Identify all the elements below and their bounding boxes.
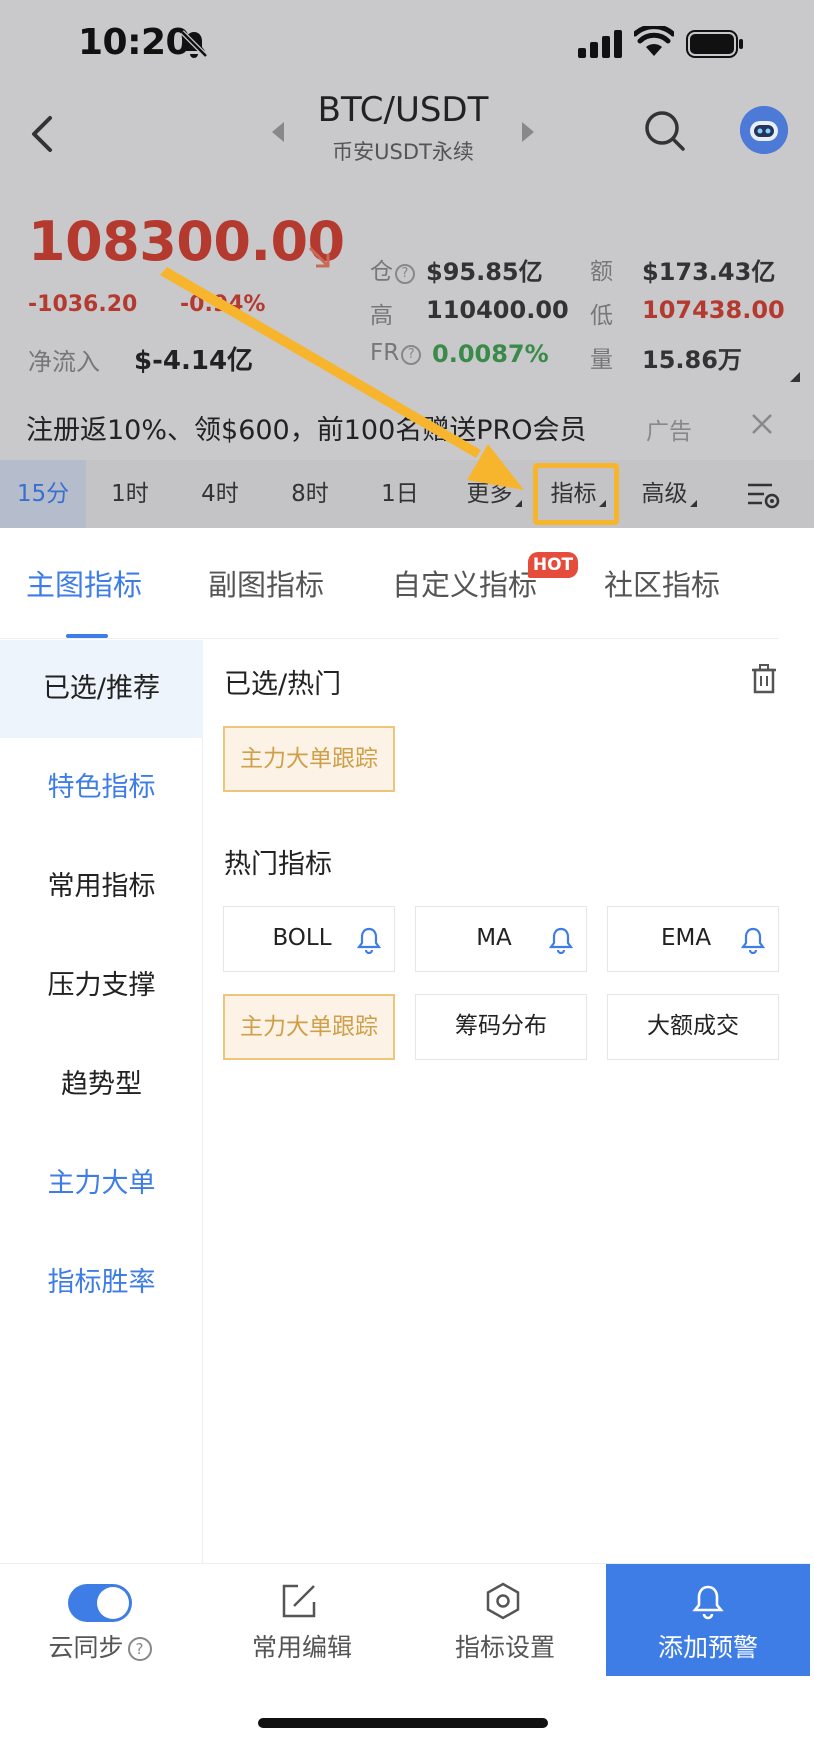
edit-icon <box>282 1584 316 1618</box>
add-alert-button[interactable]: 添加预警 <box>606 1564 810 1676</box>
back-chevron-icon[interactable] <box>28 110 58 158</box>
price-change-pct: -0.94% <box>180 292 266 317</box>
position-label: 仓? <box>370 252 415 286</box>
battery-icon <box>686 30 743 58</box>
cloud-sync-label: 云同步? <box>0 1628 200 1664</box>
tab-sub-indicators[interactable]: 副图指标 <box>208 562 324 604</box>
bell-icon[interactable] <box>548 926 574 954</box>
next-pair-icon[interactable] <box>520 120 536 144</box>
amount-label: 额 <box>590 259 613 285</box>
hot-section-title: 热门指标 <box>224 849 332 880</box>
cloud-sync-toggle[interactable] <box>68 1584 132 1622</box>
side-item-common[interactable]: 常用指标 <box>0 838 203 936</box>
tab-community-indicators[interactable]: 社区指标 <box>604 562 720 604</box>
ad-text: 注册返10%、领$600，前100名赠送PRO会员 <box>26 415 587 446</box>
tf-8h[interactable]: 8时 <box>272 460 348 528</box>
expand-corner-icon[interactable] <box>790 372 800 382</box>
help-icon[interactable]: ? <box>401 345 422 365</box>
dropdown-corner-icon <box>514 500 522 507</box>
high-label: 高 <box>370 303 393 329</box>
chip-chip-distribution[interactable]: 筹码分布 <box>415 994 587 1060</box>
help-icon[interactable]: ? <box>395 264 415 284</box>
position-value: $95.85亿 <box>426 258 543 286</box>
net-inflow-value: $-4.14亿 <box>134 346 254 376</box>
wifi-icon <box>634 26 674 56</box>
side-item-selected-recommended[interactable]: 已选/推荐 <box>0 640 203 738</box>
avatar-robot-icon[interactable] <box>740 106 788 154</box>
tf-1d[interactable]: 1日 <box>362 460 438 528</box>
bell-icon[interactable] <box>356 926 382 954</box>
chart-settings-icon[interactable] <box>746 480 780 510</box>
nav-bar: BTC/USDT 币安USDT永续 <box>0 90 814 210</box>
side-item-featured[interactable]: 特色指标 <box>0 739 203 837</box>
common-edit-button[interactable]: 常用编辑 <box>200 1564 404 1676</box>
fr-value: 0.0087% <box>432 340 549 368</box>
bell-icon <box>692 1585 724 1620</box>
volume-value: 15.86万 <box>642 346 742 374</box>
tf-4h[interactable]: 4时 <box>182 460 258 528</box>
pair-title[interactable]: BTC/USDT <box>300 90 506 130</box>
mute-bell-icon <box>180 30 208 58</box>
low-value: 107438.00 <box>642 296 785 324</box>
selected-chip-main-order-tracking[interactable]: 主力大单跟踪 <box>223 726 395 792</box>
high-value: 110400.00 <box>426 296 569 324</box>
home-indicator <box>258 1718 548 1728</box>
tf-more[interactable]: 更多 <box>452 460 536 528</box>
amount-value: $173.43亿 <box>642 258 776 286</box>
side-item-main-orders[interactable]: 主力大单 <box>0 1135 203 1233</box>
divider <box>0 638 778 639</box>
chip-main-order-tracking[interactable]: 主力大单跟踪 <box>223 994 395 1060</box>
side-item-trend[interactable]: 趋势型 <box>0 1036 203 1134</box>
ad-tag: 广告 <box>646 419 692 445</box>
signal-icon <box>578 30 622 58</box>
timeframe-bar: 15分 1时 4时 8时 1日 更多 指标 高级 <box>0 460 814 528</box>
volume-label: 量 <box>590 347 613 373</box>
dropdown-corner-icon <box>689 500 697 507</box>
price-change-abs: -1036.20 <box>28 292 138 317</box>
close-icon[interactable] <box>750 412 774 436</box>
chip-large-trades[interactable]: 大额成交 <box>607 994 779 1060</box>
market-background: 10:20 BTC/USDT 币安USDT永续 108300.00 -1036.… <box>0 0 814 528</box>
add-alert-label: 添加预警 <box>657 1633 758 1662</box>
fr-label: FR? <box>370 340 422 366</box>
prev-pair-icon[interactable] <box>270 120 286 144</box>
hexagon-settings-icon <box>486 1582 520 1620</box>
selected-section-title: 已选/热门 <box>224 669 342 700</box>
annotation-highlight-box <box>533 463 619 525</box>
tf-15m[interactable]: 15分 <box>0 460 86 528</box>
indicator-sheet: 主图指标 副图指标 自定义指标 HOT 社区指标 已选/推荐 特色指标 常用指标… <box>0 528 810 1740</box>
bell-icon[interactable] <box>740 926 766 954</box>
tf-1h[interactable]: 1时 <box>92 460 168 528</box>
side-item-pressure-support[interactable]: 压力支撑 <box>0 937 203 1035</box>
chip-boll[interactable]: BOLL <box>223 906 395 972</box>
status-time: 10:20 <box>78 22 191 63</box>
tab-main-indicators[interactable]: 主图指标 <box>26 562 142 604</box>
down-trend-arrow-icon <box>308 246 330 268</box>
tab-custom-indicators[interactable]: 自定义指标 <box>392 562 537 604</box>
side-item-win-rate[interactable]: 指标胜率 <box>0 1234 203 1332</box>
bottom-action-bar: 云同步? 常用编辑 指标设置 添加预警 <box>0 1564 810 1676</box>
status-bar: 10:20 <box>0 0 814 90</box>
hot-badge: HOT <box>528 552 578 578</box>
exchange-subtitle: 币安USDT永续 <box>332 140 474 164</box>
net-inflow-label: 净流入 <box>28 348 100 376</box>
cloud-sync-button[interactable]: 云同步? <box>0 1564 200 1676</box>
chip-ema[interactable]: EMA <box>607 906 779 972</box>
low-label: 低 <box>590 303 613 329</box>
indicator-settings-button[interactable]: 指标设置 <box>404 1564 606 1676</box>
help-icon[interactable]: ? <box>127 1637 152 1661</box>
common-edit-label: 常用编辑 <box>251 1633 352 1662</box>
ad-banner[interactable]: 注册返10%、领$600，前100名赠送PRO会员 广告 <box>0 400 814 460</box>
search-icon[interactable] <box>642 108 686 152</box>
last-price: 108300.00 <box>28 210 345 273</box>
trash-icon[interactable] <box>750 664 778 694</box>
chip-ma[interactable]: MA <box>415 906 587 972</box>
tf-advanced[interactable]: 高级 <box>630 460 708 528</box>
indicator-settings-label: 指标设置 <box>454 1633 555 1662</box>
side-nav: 已选/推荐 特色指标 常用指标 压力支撑 趋势型 主力大单 指标胜率 <box>0 640 203 1564</box>
toggle-knob <box>97 1587 129 1619</box>
